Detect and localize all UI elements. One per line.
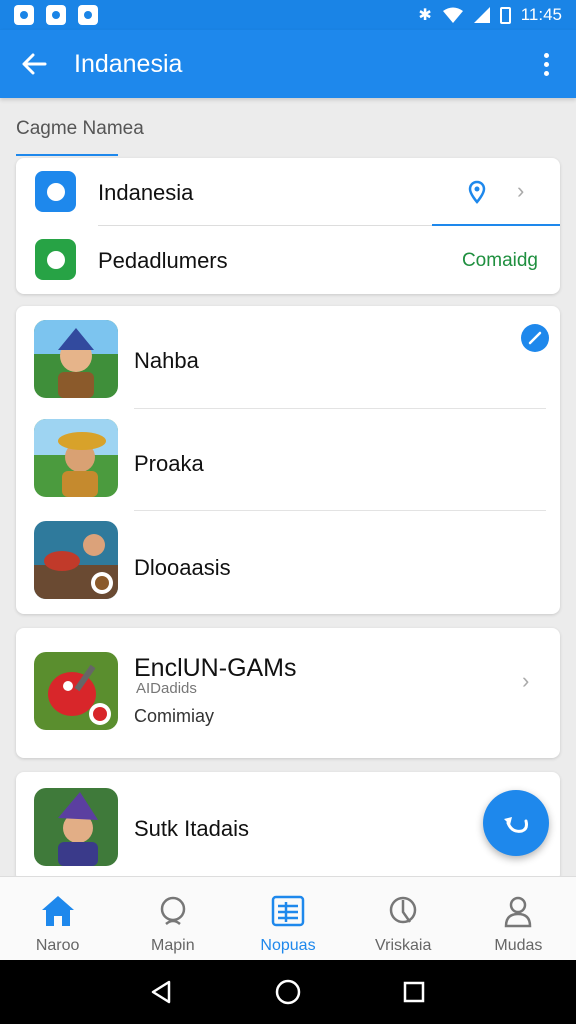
nav-label: Mapin [151,937,195,954]
featured-ghost-text: AIDadids [136,680,197,697]
arrow-left-icon [22,53,47,75]
app-bar: Indanesia [0,30,576,98]
home-icon [40,893,76,929]
bluetooth-icon: ✱ [418,7,432,24]
list-item[interactable]: Dlooaasis [16,511,560,613]
list-icon [270,893,306,929]
wifi-icon [442,7,463,23]
check-icon [521,324,549,352]
featured-subtitle: Comimiay [134,706,215,726]
settings-row-indanesia[interactable]: Indanesia › [16,158,560,226]
app-green-icon [35,239,76,280]
settings-row-pedadlumers[interactable]: Pedadlumers Comaidg [16,226,560,294]
chevron-right-icon[interactable]: › [522,668,529,694]
home-circle-icon[interactable] [274,978,302,1006]
section-label: Cagme Namea [16,118,144,139]
game-avatar-icon [34,652,118,730]
game-name: Sutk Itadais [134,816,249,841]
nav-item-list[interactable]: Nopuas [230,877,345,960]
signal-icon [473,7,490,23]
clock: 11:45 [520,5,562,24]
featured-title: EnclUN-GAMs [134,654,297,682]
fab-button[interactable] [483,790,549,856]
nav-item-compass[interactable]: Vriskaia [346,877,461,960]
page-title: Indanesia [74,49,183,78]
location-pin-icon[interactable] [467,180,487,204]
status-label: Comaidg [461,250,538,271]
games-card: Nahba Proaka Dlooaasis [16,306,560,614]
back-button[interactable] [18,48,50,80]
undo-icon [504,817,528,833]
search-icon [155,893,191,929]
game-name: Nahba [134,348,199,373]
status-bar: ✱ 11:45 [0,0,576,30]
nav-item-profile[interactable]: Mudas [461,877,576,960]
whatsapp-icon [46,5,66,25]
list-item[interactable]: Proaka [16,409,560,511]
image-icon [14,5,34,25]
settings-row-label: Pedadlumers [98,248,228,273]
nav-item-search[interactable]: Mapin [115,877,230,960]
profile-icon [500,893,536,929]
settings-row-label: Indanesia [98,180,194,205]
system-nav-bar [0,960,576,1024]
last-card[interactable]: Sutk Itadais [16,772,560,882]
nav-label: Naroo [35,937,80,954]
compass-icon [385,893,421,929]
chevron-right-icon[interactable]: › [517,178,524,204]
game-avatar-icon [34,419,118,497]
recents-square-icon[interactable] [401,979,427,1005]
nav-label: Nopuas [260,937,316,954]
battery-icon [499,6,511,24]
section-underline [16,154,118,156]
bottom-nav: Naroo Mapin Nopuas Vriskaia Mudas [0,876,576,960]
game-name: Dlooaasis [134,555,231,580]
game-avatar-icon [34,788,118,866]
nav-label: Vriskaia [375,937,432,954]
game-avatar-icon [34,320,118,398]
message-icon [78,5,98,25]
nav-item-home[interactable]: Naroo [0,877,115,960]
settings-card: Indanesia › Pedadlumers Comaidg [16,158,560,294]
game-avatar-icon [34,521,118,599]
back-triangle-icon[interactable] [149,979,175,1005]
app-blue-icon [35,171,76,212]
more-vertical-icon [543,52,549,58]
featured-card[interactable]: EnclUN-GAMs AIDadids Comimiay › [16,628,560,758]
list-item[interactable]: Nahba [16,306,560,409]
more-options-button[interactable] [534,48,558,80]
game-name: Proaka [134,451,204,476]
nav-label: Mudas [494,937,543,954]
